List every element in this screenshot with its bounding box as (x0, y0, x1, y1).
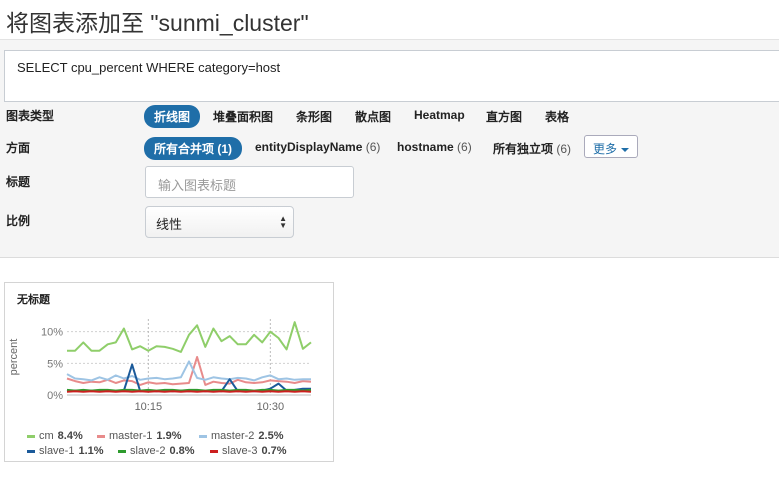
series-line-slave-3 (66, 390, 312, 393)
scale-label: 比例 (6, 214, 31, 228)
chart-card-title: 无标题 (17, 294, 50, 306)
facet-option-selected[interactable]: 所有合并项 (1) (144, 137, 243, 160)
legend-value: 0.8% (169, 445, 195, 457)
facet-option-count: (6) (556, 142, 572, 156)
chart-config-panel: SELECT cpu_percent WHERE category=host 图… (0, 40, 779, 258)
y-tick-label: 10% (41, 327, 63, 339)
legend-swatch (27, 434, 35, 438)
page-title: 将图表添加至 "sunmi_cluster" (6, 10, 309, 36)
legend-item-master-2: master-2 2.5% (199, 430, 283, 442)
legend-swatch (210, 449, 218, 453)
series-line-cm (67, 321, 312, 353)
legend-swatch (199, 434, 207, 438)
select-arrows-icon: ▲ ▼ (279, 214, 287, 230)
legend-label: slave-1 (39, 445, 75, 457)
legend-item-slave-3: slave-3 0.7% (210, 445, 287, 457)
legend-value: 8.4% (57, 430, 83, 442)
legend-item-master-1: master-1 1.9% (97, 430, 181, 442)
legend-swatch (27, 449, 35, 453)
legend-label: master-2 (211, 430, 255, 442)
facets-label: 方面 (6, 141, 31, 155)
chart-preview-card: 无标题 0% 5% 10% 10:15 10:30 percent cm 8.4% mast… (4, 282, 334, 462)
legend-value: 2.5% (258, 430, 284, 442)
chart-type-option[interactable]: 散点图 (355, 108, 391, 125)
chart-type-option[interactable]: 条形图 (296, 108, 332, 125)
page-header: 将图表添加至 "sunmi_cluster" (0, 0, 779, 40)
scale-select[interactable]: 线性 ▲ ▼ (145, 206, 294, 238)
y-tick-label: 0% (47, 390, 63, 402)
legend-label: slave-3 (222, 445, 258, 457)
chart-type-option[interactable]: 堆叠面积图 (213, 108, 273, 125)
facet-option-name: 所有独立项 (493, 142, 554, 156)
facet-option-count: (6) (457, 140, 472, 154)
y-tick-label: 5% (47, 358, 63, 370)
chart-type-option[interactable]: Heatmap (414, 108, 465, 122)
legend-value: 1.9% (156, 430, 182, 442)
legend-item-cm: cm 8.4% (27, 430, 83, 442)
legend-swatch (97, 434, 105, 438)
legend-value: 1.1% (78, 445, 104, 457)
facet-option-name: entityDisplayName (255, 140, 363, 154)
legend-label: cm (39, 430, 54, 442)
title-label: 标题 (6, 175, 31, 189)
query-input[interactable]: SELECT cpu_percent WHERE category=host (4, 50, 779, 102)
legend-label: slave-2 (130, 445, 166, 457)
facet-option-count: (6) (365, 140, 381, 154)
facet-option[interactable]: 所有独立项 (6) (493, 140, 571, 157)
series-line-master-2 (66, 360, 311, 382)
legend-item-slave-1: slave-1 1.1% (27, 445, 104, 457)
chart-type-option-selected[interactable]: 折线图 (144, 105, 201, 128)
x-tick-label: 10:30 (257, 401, 285, 413)
facet-option[interactable]: hostname (6) (397, 140, 472, 154)
more-facets-button[interactable]: 更多 (584, 135, 638, 158)
y-axis-label: percent (8, 339, 20, 376)
chart-type-option[interactable]: 表格 (545, 108, 569, 125)
facet-option[interactable]: entityDisplayName (6) (255, 140, 380, 154)
legend-value: 0.7% (261, 445, 287, 457)
facet-option-name: hostname (397, 140, 454, 154)
chart-title-input[interactable]: 输入图表标题 (145, 166, 354, 198)
legend-swatch (118, 449, 126, 453)
more-facets-label: 更多 (593, 142, 618, 156)
x-tick-label: 10:15 (135, 401, 163, 413)
caret-down-icon (621, 147, 630, 152)
legend-label: master-1 (109, 430, 153, 442)
scale-select-value: 线性 (156, 217, 183, 232)
chart-type-option[interactable]: 直方图 (486, 108, 522, 125)
chart-type-label: 图表类型 (6, 109, 55, 123)
legend-item-slave-2: slave-2 0.8% (118, 445, 195, 457)
